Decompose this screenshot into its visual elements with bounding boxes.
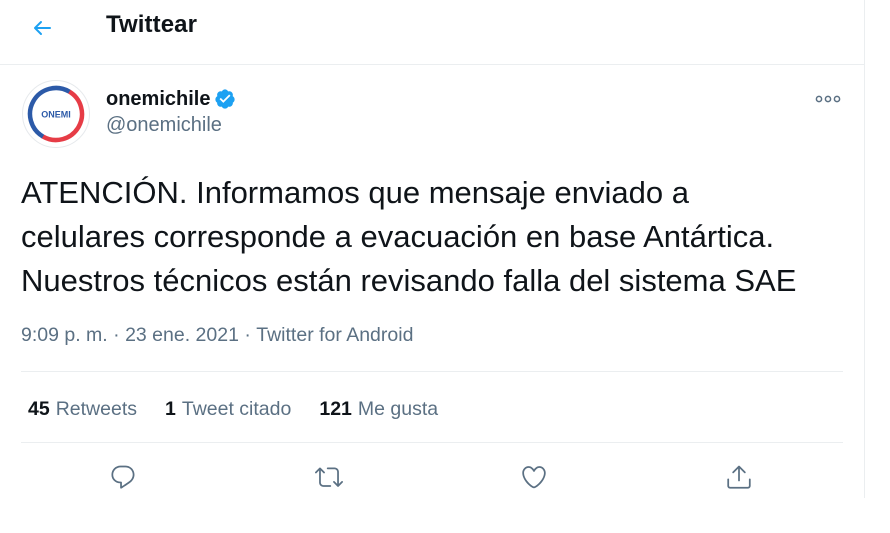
tweet-source[interactable]: Twitter for Android xyxy=(256,324,413,347)
likes-count: 121 xyxy=(319,397,352,420)
like-button[interactable] xyxy=(513,456,555,498)
tweet-meta: 9:09 p. m. · 23 ene. 2021 · Twitter for … xyxy=(21,321,413,349)
retweet-icon xyxy=(315,467,343,487)
divider xyxy=(21,442,843,443)
quotes-label: Tweet citado xyxy=(181,397,292,420)
retweets-stat[interactable]: 45 Retweets xyxy=(28,398,137,421)
tweet-date[interactable]: 23 ene. 2021 xyxy=(125,324,239,347)
author-display-name[interactable]: onemichile xyxy=(106,88,210,111)
tweet-time[interactable]: 9:09 p. m. xyxy=(21,324,108,347)
back-button[interactable] xyxy=(22,8,62,48)
meta-separator: · xyxy=(107,323,126,346)
heart-icon xyxy=(522,466,546,489)
tweet-text: ATENCIÓN. Informamos que mensaje enviado… xyxy=(21,175,797,298)
page-header: Twittear xyxy=(0,0,864,65)
share-button[interactable] xyxy=(718,456,760,498)
retweets-label: Retweets xyxy=(55,397,137,420)
onemi-logo: ONEMI xyxy=(27,85,85,143)
quotes-stat[interactable]: 1 Tweet citado xyxy=(165,398,291,421)
arrow-left-icon xyxy=(34,21,51,35)
reply-button[interactable] xyxy=(102,456,144,498)
reply-icon xyxy=(111,465,135,489)
avatar[interactable]: ONEMI xyxy=(22,80,90,148)
divider xyxy=(21,371,843,372)
avatar-logo-text: ONEMI xyxy=(41,110,71,120)
verified-badge-icon xyxy=(215,89,236,109)
likes-label: Me gusta xyxy=(357,397,439,420)
retweet-button[interactable] xyxy=(308,456,350,498)
main-column: Twittear ONEMI onemichile @onemichile AT… xyxy=(0,0,865,498)
more-horizontal-icon xyxy=(815,95,841,103)
tweet-stats: 45 Retweets 1 Tweet citado 121 Me gusta xyxy=(28,395,466,423)
share-icon xyxy=(727,465,751,489)
page-title: Twittear xyxy=(106,11,198,38)
quotes-count: 1 xyxy=(165,397,176,420)
meta-separator: · xyxy=(238,323,257,346)
more-options-button[interactable] xyxy=(808,84,848,114)
tweet-detail-page: Twittear ONEMI onemichile @onemichile AT… xyxy=(0,0,890,533)
retweets-count: 45 xyxy=(28,397,50,420)
author-handle[interactable]: @onemichile xyxy=(106,114,222,137)
likes-stat[interactable]: 121 Me gusta xyxy=(319,398,438,421)
tweet-actions-bar xyxy=(0,456,864,498)
author-name-row: onemichile xyxy=(106,86,236,112)
